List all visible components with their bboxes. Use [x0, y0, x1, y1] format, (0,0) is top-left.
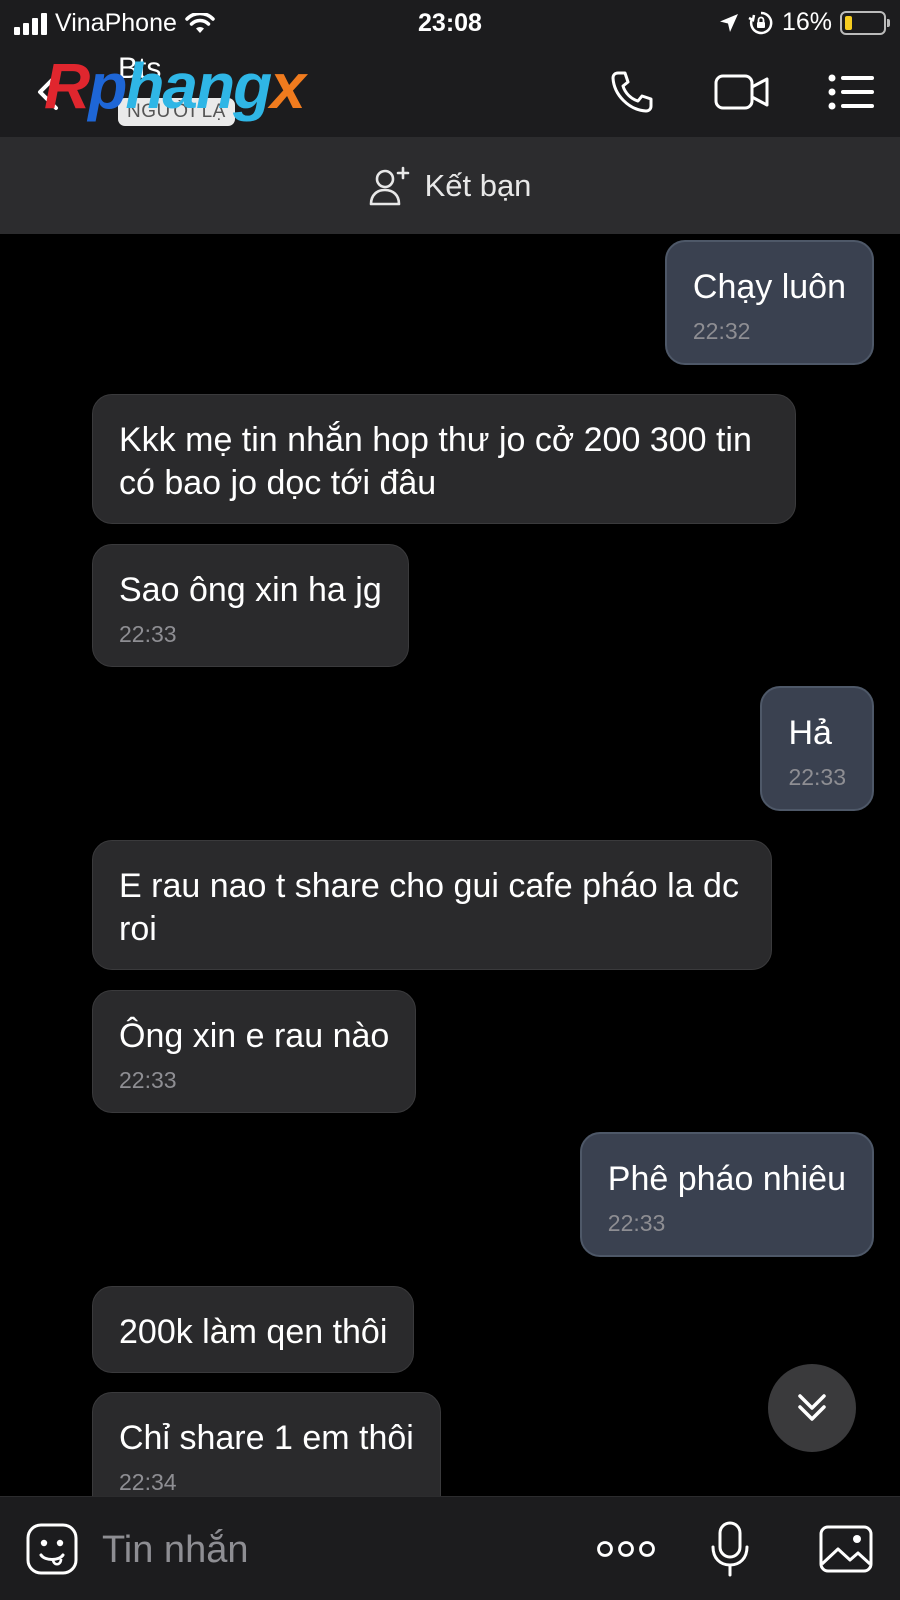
- more-options-button[interactable]: [596, 1519, 656, 1579]
- sticker-button[interactable]: [22, 1519, 82, 1579]
- message-text: Ông xin e rau nào: [119, 1017, 390, 1055]
- sticker-face-icon: [26, 1523, 78, 1575]
- message-text: Chỉ share 1 em thôi: [119, 1419, 414, 1457]
- message-time: 22:33: [788, 764, 846, 790]
- message-bubble-incoming[interactable]: Ông xin e rau nào 22:33: [92, 990, 417, 1113]
- call-button[interactable]: [604, 66, 660, 118]
- message-bubble-incoming[interactable]: E rau nao t share cho gui cafe pháo la d…: [92, 840, 772, 970]
- message-bubble-incoming[interactable]: Chỉ share 1 em thôi 22:34: [92, 1392, 441, 1496]
- message-bubble-outgoing[interactable]: Chạy luôn 22:32: [664, 240, 874, 365]
- message-time: 22:33: [119, 621, 177, 647]
- message-bubble-incoming[interactable]: Sao ông xin ha jg 22:33: [92, 544, 409, 667]
- image-icon: [819, 1525, 873, 1573]
- list-menu-icon: [828, 74, 874, 110]
- location-arrow-icon: [719, 13, 738, 32]
- more-dots-icon: [597, 1541, 655, 1557]
- add-friend-icon: [369, 166, 409, 206]
- message-text: 200k làm qen thôi: [119, 1313, 388, 1351]
- phone-icon: [611, 71, 653, 113]
- battery-icon: [840, 10, 890, 35]
- chat-header: Bts NGƯỜI LẠ Rphangx: [0, 46, 900, 138]
- battery-percent: 16%: [781, 8, 832, 36]
- message-time: 22:33: [607, 1210, 666, 1236]
- message-time: 22:33: [119, 1067, 177, 1093]
- message-bubble-outgoing[interactable]: Phê pháo nhiêu 22:33: [579, 1132, 874, 1257]
- microphone-icon: [711, 1521, 749, 1577]
- image-picker-button[interactable]: [816, 1519, 876, 1579]
- message-list[interactable]: Chạy luôn 22:32 Kkk mẹ tin nhắn hop thư …: [0, 234, 900, 1496]
- status-right: 16%: [718, 8, 890, 37]
- video-call-button[interactable]: [714, 66, 770, 118]
- scroll-to-bottom-button[interactable]: [768, 1364, 856, 1452]
- watermark-logo: Rphangx: [44, 50, 306, 122]
- video-camera-icon: [714, 74, 769, 110]
- message-bubble-outgoing[interactable]: Hả 22:33: [760, 686, 874, 811]
- rotation-lock-icon: [748, 11, 773, 34]
- message-text: Phê pháo nhiêu: [607, 1160, 846, 1198]
- message-text: Chạy luôn: [692, 268, 846, 306]
- message-bubble-incoming[interactable]: 200k làm qen thôi: [92, 1286, 415, 1373]
- message-time: 22:32: [692, 318, 751, 344]
- message-bubble-incoming[interactable]: Kkk mẹ tin nhắn hop thư jo cở 200 300 ti…: [92, 394, 796, 524]
- voice-message-button[interactable]: [700, 1519, 760, 1579]
- message-input-bar: [0, 1496, 900, 1600]
- add-friend-label: Kết bạn: [424, 168, 532, 203]
- double-chevron-down-icon: [798, 1394, 826, 1421]
- message-text: Sao ông xin ha jg: [119, 571, 382, 609]
- options-menu-button[interactable]: [824, 66, 880, 118]
- status-bar: VinaPhone 23:08 16%: [0, 0, 900, 46]
- add-friend-button[interactable]: Kết bạn: [0, 138, 900, 234]
- message-input[interactable]: [102, 1525, 572, 1575]
- message-text: E rau nao t share cho gui cafe pháo la d…: [119, 867, 739, 948]
- message-text: Kkk mẹ tin nhắn hop thư jo cở 200 300 ti…: [119, 421, 752, 502]
- message-time: 22:34: [119, 1469, 177, 1495]
- message-text: Hả: [788, 714, 832, 752]
